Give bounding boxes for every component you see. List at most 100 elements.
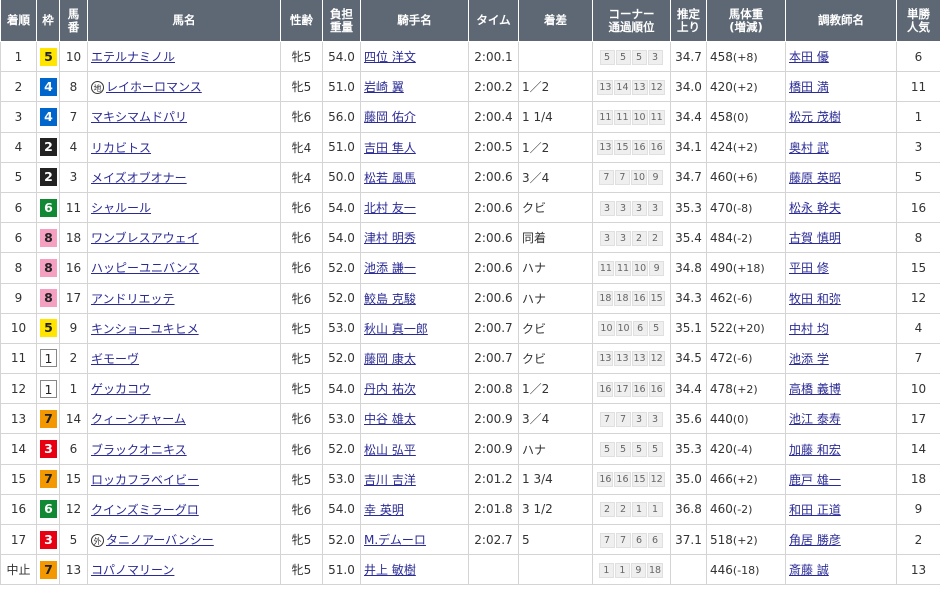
horse-name-link[interactable]: リカビトス — [91, 141, 151, 155]
jockey-link[interactable]: 藤岡 佑介 — [364, 110, 416, 124]
jockey-link[interactable]: 鮫島 克駿 — [364, 292, 416, 306]
jockey-link[interactable]: M.デムーロ — [364, 533, 426, 547]
trainer-link[interactable]: 池江 泰寿 — [789, 412, 841, 426]
horse-name-cell: 地レイホーロマンス — [87, 71, 281, 103]
body-weight-diff: (-2) — [732, 231, 753, 245]
jockey-link[interactable]: 四位 洋文 — [364, 50, 416, 64]
header-weight[interactable]: 負担 重量 — [322, 0, 361, 42]
horse-name-link[interactable]: マキシマムドパリ — [91, 110, 187, 124]
table-row: 8 8 16 ハッピーユニバンス 牝6 52.0 池添 謙一 2:00.6 ハナ… — [0, 252, 940, 284]
corner-position-cell: 18 18 16 15 — [592, 282, 671, 314]
header-horse-number[interactable]: 馬 番 — [59, 0, 88, 42]
jockey-cell: 井上 敏樹 — [360, 554, 469, 586]
frame-cell: 4 — [36, 101, 60, 133]
trainer-link[interactable]: 中村 均 — [789, 322, 829, 336]
jockey-link[interactable]: 吉田 隼人 — [364, 141, 416, 155]
weight-cell: 52.0 — [322, 433, 361, 465]
trainer-link[interactable]: 本田 優 — [789, 50, 829, 64]
horse-name-link[interactable]: レイホーロマンス — [106, 80, 202, 94]
horse-name-link[interactable]: クィーンチャーム — [91, 412, 186, 426]
horse-name-link[interactable]: タニノアーバンシー — [106, 533, 214, 547]
jockey-cell: 丹内 祐次 — [360, 373, 469, 405]
jockey-link[interactable]: 丹内 祐次 — [364, 382, 416, 396]
header-margin[interactable]: 着差 — [518, 0, 593, 42]
jockey-link[interactable]: 藤岡 康太 — [364, 352, 416, 366]
header-horse-name[interactable]: 馬名 — [87, 0, 281, 42]
trainer-link[interactable]: 古賀 慎明 — [789, 231, 841, 245]
jockey-link[interactable]: 中谷 雄太 — [364, 412, 416, 426]
horse-name-link[interactable]: ハッピーユニバンス — [91, 261, 199, 275]
jockey-link[interactable]: 吉川 吉洋 — [364, 473, 416, 487]
jockey-link[interactable]: 松山 弘平 — [364, 443, 416, 457]
horse-name-link[interactable]: ロッカフラベイビー — [91, 473, 199, 487]
jockey-link[interactable]: 松若 風馬 — [364, 171, 416, 185]
trainer-link[interactable]: 鹿戸 雄一 — [789, 473, 841, 487]
horse-name-link[interactable]: ゲッカコウ — [91, 382, 151, 396]
trainer-link[interactable]: 池添 学 — [789, 352, 829, 366]
header-frame[interactable]: 枠 — [36, 0, 60, 42]
body-weight-cell: 484(-2) — [706, 222, 786, 254]
trainer-link[interactable]: 橋田 満 — [789, 80, 829, 94]
jockey-link[interactable]: 池添 謙一 — [364, 261, 416, 275]
horse-name-link[interactable]: クインズミラーグロ — [91, 503, 199, 517]
horse-name-link[interactable]: ワンブレスアウェイ — [91, 231, 199, 245]
body-weight-value: 470 — [710, 200, 733, 215]
horse-name-link[interactable]: アンドリエッテ — [91, 292, 175, 306]
body-weight-value: 420 — [710, 442, 733, 457]
trainer-link[interactable]: 高橋 義博 — [789, 382, 841, 396]
horse-name-link[interactable]: ギモーヴ — [91, 352, 139, 366]
jockey-link[interactable]: 岩崎 翼 — [364, 80, 404, 94]
header-jockey[interactable]: 騎手名 — [360, 0, 469, 42]
horse-name-link[interactable]: シャルール — [91, 201, 151, 215]
rank-cell: 12 — [0, 373, 37, 405]
trainer-link[interactable]: 和田 正道 — [789, 503, 841, 517]
header-trainer[interactable]: 調教師名 — [785, 0, 897, 42]
frame-cell: 6 — [36, 191, 60, 224]
trainer-link[interactable]: 松元 茂樹 — [789, 110, 841, 124]
body-weight-cell: 470(-8) — [706, 191, 786, 224]
horse-number-cell: 1 — [59, 373, 88, 405]
table-row: 10 5 9 キンショーユキヒメ 牝5 53.0 秋山 真一郎 2:00.7 ク… — [0, 312, 940, 344]
rank-cell: 10 — [0, 312, 37, 344]
frame-badge: 6 — [40, 500, 57, 519]
header-sex-age[interactable]: 性齢 — [280, 0, 323, 42]
header-popularity[interactable]: 単勝 人気 — [896, 0, 940, 42]
horse-name-link[interactable]: ブラックオニキス — [91, 443, 187, 457]
horse-name-link[interactable]: メイズオブオナー — [91, 171, 187, 185]
jockey-link[interactable]: 秋山 真一郎 — [364, 322, 428, 336]
corner-position-value: 1 — [598, 562, 614, 578]
jockey-link[interactable]: 津村 明秀 — [364, 231, 416, 245]
jockey-link[interactable]: 北村 友一 — [364, 201, 416, 215]
jockey-link[interactable]: 幸 英明 — [364, 503, 404, 517]
trainer-link[interactable]: 牧田 和弥 — [789, 292, 841, 306]
weight-cell: 51.0 — [322, 71, 361, 103]
weight-cell: 54.0 — [322, 191, 361, 224]
trainer-link[interactable]: 平田 修 — [789, 261, 829, 275]
jockey-cell: 中谷 雄太 — [360, 403, 469, 435]
rank-cell: 11 — [0, 342, 37, 375]
header-body-weight[interactable]: 馬体重 (増減) — [706, 0, 786, 42]
frame-badge: 7 — [40, 470, 57, 489]
horse-name-cell: ワンブレスアウェイ — [87, 222, 281, 254]
horse-name-link[interactable]: エテルナミノル — [91, 50, 175, 64]
jockey-link[interactable]: 井上 敏樹 — [364, 563, 416, 577]
corner-position-value: 16 — [648, 140, 665, 156]
margin-cell: クビ — [518, 191, 593, 224]
trainer-cell: 角居 勝彦 — [785, 523, 897, 556]
header-time[interactable]: タイム — [468, 0, 519, 42]
header-last-3f[interactable]: 推定 上り — [670, 0, 707, 42]
corner-position-value: 18 — [614, 291, 631, 307]
trainer-cell: 平田 修 — [785, 252, 897, 284]
corner-position-value: 10 — [630, 170, 648, 186]
trainer-link[interactable]: 松永 幹夫 — [789, 201, 841, 215]
header-rank[interactable]: 着順 — [0, 0, 37, 42]
trainer-link[interactable]: 斎藤 誠 — [789, 563, 829, 577]
trainer-link[interactable]: 加藤 和宏 — [789, 443, 841, 457]
horse-name-link[interactable]: キンショーユキヒメ — [91, 322, 199, 336]
trainer-link[interactable]: 藤原 英昭 — [789, 171, 841, 185]
trainer-link[interactable]: 奥村 武 — [789, 141, 829, 155]
horse-name-link[interactable]: コパノマリーン — [91, 563, 174, 577]
trainer-link[interactable]: 角居 勝彦 — [789, 533, 841, 547]
header-corner-position[interactable]: コーナー 通過順位 — [592, 0, 671, 42]
horse-number-cell: 3 — [59, 161, 88, 193]
